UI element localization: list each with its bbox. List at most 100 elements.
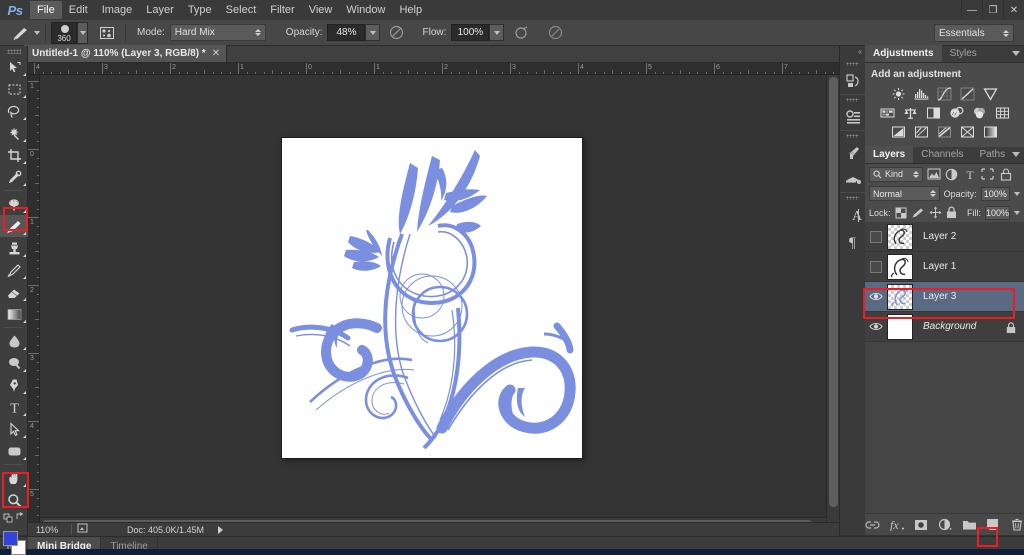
tab-channels[interactable]: Channels: [913, 146, 971, 163]
crop-tool[interactable]: [0, 144, 28, 166]
table-row[interactable]: Layer 3: [865, 282, 1024, 312]
menu-layer[interactable]: Layer: [139, 1, 181, 19]
clone-stamp-tool[interactable]: [0, 237, 28, 259]
swatches-icon[interactable]: [840, 166, 866, 192]
layer-visibility-toggle[interactable]: [865, 312, 887, 342]
channel-mixer-adjustment[interactable]: [971, 105, 988, 120]
posterize-adjustment[interactable]: [913, 124, 930, 139]
gradient-map-adjustment[interactable]: [982, 124, 999, 139]
blur-tool[interactable]: [0, 330, 28, 352]
brush-preset-dropdown[interactable]: [34, 30, 40, 35]
layer-thumbnail[interactable]: [887, 253, 913, 280]
table-row[interactable]: Background: [865, 312, 1024, 342]
vertical-scroll-thumb[interactable]: [829, 77, 838, 507]
history-icon[interactable]: [840, 68, 866, 94]
blend-mode-select[interactable]: Hard Mix: [169, 24, 266, 41]
menu-select[interactable]: Select: [219, 1, 264, 19]
spot-healing-brush-tool[interactable]: [0, 193, 28, 215]
tab-paths[interactable]: Paths: [972, 146, 1014, 163]
document-tab[interactable]: Untitled-1 @ 110% (Layer 3, RGB/8) * ✕: [24, 45, 228, 62]
canvas-vertical-scrollbar[interactable]: [826, 75, 839, 530]
layer-fill-field[interactable]: 100%: [984, 205, 1010, 220]
paragraph-icon[interactable]: ¶: [840, 228, 866, 254]
menu-image[interactable]: Image: [95, 1, 140, 19]
layer-thumbnail[interactable]: [887, 313, 913, 340]
layer-thumbnail[interactable]: [887, 283, 913, 310]
menu-edit[interactable]: Edit: [62, 1, 95, 19]
minimize-button[interactable]: —: [961, 0, 982, 20]
menu-window[interactable]: Window: [339, 1, 392, 19]
menu-file[interactable]: File: [30, 1, 62, 19]
flow-field[interactable]: 100%: [451, 24, 490, 41]
lasso-tool[interactable]: [0, 100, 28, 122]
artboard[interactable]: [282, 138, 582, 458]
levels-adjustment[interactable]: [913, 86, 930, 101]
menu-type[interactable]: Type: [181, 1, 219, 19]
properties-icon[interactable]: [840, 104, 866, 130]
shape-filter-icon[interactable]: [980, 167, 995, 182]
vibrance-adjustment[interactable]: [982, 86, 999, 101]
adjustment-filter-icon[interactable]: [944, 167, 959, 182]
document-tab-close-icon[interactable]: ✕: [212, 48, 220, 59]
black-white-adjustment[interactable]: [925, 105, 942, 120]
pressure-opacity-icon[interactable]: [386, 23, 406, 43]
brush-size-dropdown[interactable]: [77, 21, 88, 44]
layer-visibility-toggle[interactable]: [865, 252, 887, 282]
invert-adjustment[interactable]: [890, 124, 907, 139]
layer-visibility-toggle[interactable]: [865, 282, 887, 312]
rectangular-marquee-tool[interactable]: [0, 78, 28, 100]
gradient-tool[interactable]: [0, 303, 28, 325]
exposure-adjustment[interactable]: [959, 86, 976, 101]
dock-expand-icon[interactable]: «: [840, 46, 865, 59]
history-brush-tool[interactable]: [0, 259, 28, 281]
photo-filter-adjustment[interactable]: [948, 105, 965, 120]
opacity-dropdown[interactable]: [365, 24, 381, 41]
opacity-field[interactable]: 48%: [327, 24, 366, 41]
new-layer-icon[interactable]: [986, 517, 1001, 533]
layer-opacity-dropdown[interactable]: [1014, 191, 1020, 196]
new-group-icon[interactable]: [962, 517, 977, 533]
character-icon[interactable]: A: [840, 202, 866, 228]
selective-color-adjustment[interactable]: [959, 124, 976, 139]
delete-layer-icon[interactable]: [1009, 517, 1024, 533]
threshold-adjustment[interactable]: [936, 124, 953, 139]
pen-tool[interactable]: [0, 374, 28, 396]
type-filter-icon[interactable]: T: [962, 167, 977, 182]
eraser-tool[interactable]: [0, 281, 28, 303]
brightness-contrast-adjustment[interactable]: [890, 86, 907, 101]
table-row[interactable]: Layer 1: [865, 252, 1024, 282]
tab-adjustments[interactable]: Adjustments: [865, 45, 942, 62]
curves-adjustment[interactable]: [936, 86, 953, 101]
smart-object-filter-icon[interactable]: [998, 167, 1013, 182]
menu-view[interactable]: View: [302, 1, 340, 19]
document-thumbnail-icon[interactable]: [77, 523, 89, 536]
tab-styles[interactable]: Styles: [942, 45, 985, 62]
default-colors-swap-icons[interactable]: [0, 511, 28, 523]
layer-filter-kind-select[interactable]: Kind: [869, 166, 923, 182]
layers-panel-menu-icon[interactable]: [1012, 152, 1020, 157]
airbrush-icon[interactable]: [511, 23, 531, 43]
layer-thumbnail[interactable]: [887, 223, 913, 250]
hue-saturation-adjustment[interactable]: [879, 105, 896, 120]
lock-all-icon[interactable]: [946, 205, 957, 220]
quick-selection-tool[interactable]: [0, 122, 28, 144]
canvas-area[interactable]: [40, 75, 839, 530]
rounded-rectangle-tool[interactable]: [0, 440, 28, 462]
lock-image-pixels-icon[interactable]: [911, 205, 925, 220]
brush-tool[interactable]: [0, 215, 28, 237]
add-layer-mask-icon[interactable]: [914, 517, 929, 533]
status-menu-arrow-icon[interactable]: [218, 525, 224, 534]
menu-help[interactable]: Help: [392, 1, 429, 19]
workspace-select[interactable]: Essentials: [934, 24, 1014, 42]
dodge-tool[interactable]: [0, 352, 28, 374]
menu-filter[interactable]: Filter: [263, 1, 301, 19]
brush-size-field[interactable]: 360: [51, 21, 77, 44]
color-balance-adjustment[interactable]: [902, 105, 919, 120]
path-selection-tool[interactable]: [0, 418, 28, 440]
close-button[interactable]: ✕: [1003, 0, 1024, 20]
toolbox-grip[interactable]: [0, 46, 27, 56]
horizontal-type-tool[interactable]: T: [0, 396, 28, 418]
pressure-flow-icon[interactable]: [545, 23, 565, 43]
color-icon[interactable]: [840, 140, 866, 166]
new-fill-adjustment-layer-icon[interactable]: [938, 517, 953, 533]
